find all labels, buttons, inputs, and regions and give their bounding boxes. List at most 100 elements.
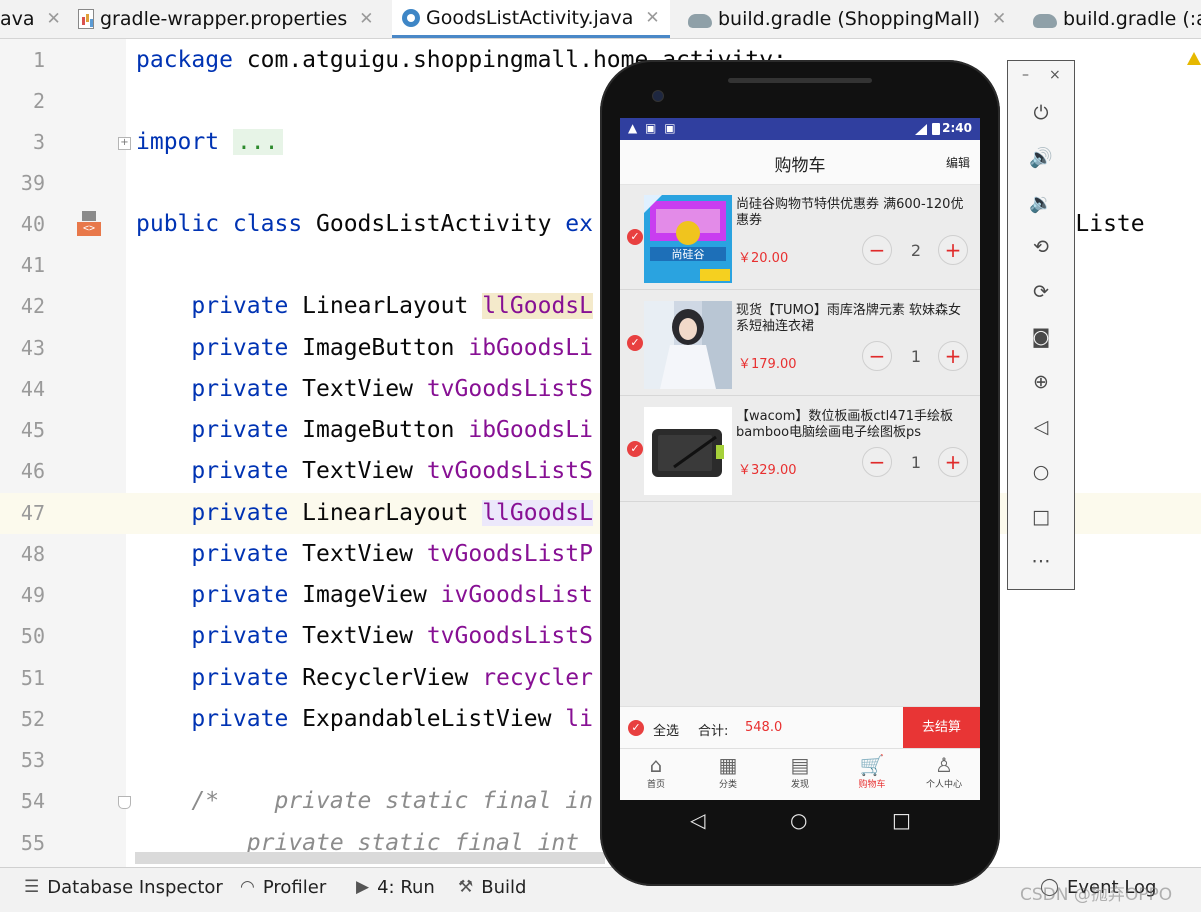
tool-label: Database Inspector [47,876,223,898]
properties-file-icon [78,8,94,29]
edit-button[interactable]: 编辑 [946,154,970,171]
decrease-button[interactable]: − [862,235,892,265]
zoom-icon[interactable]: ⊕ [1008,360,1074,404]
notification-icons: ▲ ▣ ▣ [628,121,678,135]
discover-icon: ▤ [790,753,810,777]
line-number: 39 [20,171,45,195]
close-icon[interactable]: ✕ [992,9,1006,29]
home-icon[interactable]: ○ [1008,450,1074,494]
layout-file-icon[interactable] [82,211,96,221]
cart-item[interactable]: ✓ 【wacom】数位板画板ctl471手绘板bamboo电脑绘画电子绘图板ps… [620,397,980,502]
emulator-control-panel: – × ⏻ 🔊 🔉 ⟲ ⟳ ◙ ⊕ ◁ ○ □ ⋯ [1007,60,1075,590]
tab-build-gradle-app[interactable]: build.gradle (:a [1033,0,1201,37]
overview-icon[interactable]: □ [1008,495,1074,539]
close-icon[interactable]: × [1049,67,1061,83]
line-number: 42 [20,294,45,318]
tool-label: Profiler [262,876,327,898]
user-icon: ♙ [935,753,953,777]
increase-button[interactable]: + [938,447,968,477]
line-number: 53 [20,748,45,772]
fold-expand-icon[interactable]: + [118,137,131,150]
run-button[interactable]: ▶ 4: Run [356,868,435,906]
fold-collapse-icon[interactable] [118,796,131,809]
line-number: 46 [20,459,45,483]
decrease-button[interactable]: − [862,447,892,477]
profiler-button[interactable]: ◠ Profiler [240,868,326,906]
tool-label: Build [481,876,527,898]
volume-down-icon[interactable]: 🔉 [1008,181,1074,225]
quantity-value: 1 [910,347,922,366]
line-number: 52 [20,707,45,731]
database-inspector-button[interactable]: ☰ Database Inspector [24,868,223,906]
back-icon[interactable]: ◁ [690,808,705,832]
line-number: 2 [32,89,45,113]
close-icon[interactable]: ✕ [359,9,373,29]
nav-item-discover[interactable]: ▤ 发现 [764,749,836,800]
related-layout-icon[interactable]: <> [77,222,101,236]
line-number: 54 [20,789,45,813]
item-checkbox[interactable]: ✓ [627,335,643,351]
total-value: 548.0 [745,720,783,735]
overview-icon[interactable]: □ [892,808,911,832]
power-icon[interactable]: ⏻ [1008,91,1074,135]
minimize-icon[interactable]: – [1022,67,1029,83]
rotate-left-icon[interactable]: ⟲ [1008,225,1074,269]
code-text: private RecyclerView recycler [191,665,593,691]
item-checkbox[interactable]: ✓ [627,441,643,457]
nav-item-home[interactable]: ⌂ 首页 [620,749,692,800]
nav-item-user[interactable]: ♙ 个人中心 [908,749,980,800]
check-all-label[interactable]: 全选 [653,720,679,739]
item-price: ￥179.00 [738,357,797,372]
nav-label: 发现 [790,780,809,790]
volume-up-icon[interactable]: 🔊 [1008,136,1074,180]
code-text: private ImageButton ibGoodsLi [191,417,593,443]
tab-label: gradle-wrapper.properties [100,7,348,30]
database-icon: ☰ [24,877,40,897]
tab-java-file[interactable]: ava ✕ [0,0,61,37]
tab-goodslistactivity[interactable]: GoodsListActivity.java ✕ [392,0,670,38]
bottom-navigation: ⌂ 首页 ▦ 分类 ▤ 发现 🛒 购物车 ♙ 个人中心 [620,748,980,800]
checkout-button[interactable]: 去结算 [903,707,980,749]
editor-tab-bar: ava ✕ gradle-wrapper.properties ✕ GoodsL… [0,0,1201,39]
increase-button[interactable]: + [938,235,968,265]
tab-label: ava [0,7,35,30]
code-comment: /* private static final in [136,788,593,814]
nav-item-category[interactable]: ▦ 分类 [692,749,764,800]
tool-label: 4: Run [377,876,435,898]
decrease-button[interactable]: − [862,341,892,371]
device-screen[interactable]: ▲ ▣ ▣ 2:40 购物车 编辑 ✓ 尚硅谷 尚硅谷购物节特供优惠券 满600… [620,118,980,800]
code-text: private TextView tvGoodsListS [191,623,593,649]
close-icon[interactable]: ✕ [645,8,659,28]
item-price: ￥20.00 [738,251,789,266]
tablet-photo [644,407,732,495]
front-camera [652,90,664,102]
code-text: private TextView tvGoodsListP [191,541,593,567]
speaker-grille [728,78,872,83]
close-icon[interactable]: ✕ [47,9,61,29]
cart-item[interactable]: ✓ 现货【TUMO】雨库洛牌元素 软妹森女系短袖连衣裙 ￥179.00 − 1 … [620,291,980,396]
tab-build-gradle-project[interactable]: build.gradle (ShoppingMall) ✕ [688,0,1006,37]
line-number: 49 [20,583,45,607]
line-number: 45 [20,418,45,442]
increase-button[interactable]: + [938,341,968,371]
item-checkbox[interactable]: ✓ [627,229,643,245]
page-title: 购物车 [774,156,826,176]
cart-item[interactable]: ✓ 尚硅谷 尚硅谷购物节特供优惠券 满600-120优惠券 ￥20.00 − 2… [620,185,980,290]
camera-icon[interactable]: ◙ [1008,315,1074,359]
svg-text:尚硅谷: 尚硅谷 [672,247,705,261]
code-text: private LinearLayout llGoodsL [191,293,593,319]
home-icon[interactable]: ○ [790,808,807,832]
line-number: 41 [20,253,45,277]
tab-gradle-wrapper-properties[interactable]: gradle-wrapper.properties ✕ [78,0,374,37]
check-all-checkbox[interactable]: ✓ [628,720,644,736]
horizontal-scrollbar[interactable] [135,852,605,864]
line-number: 3 [32,130,45,154]
nav-item-cart[interactable]: 🛒 购物车 [836,749,908,800]
code-text: private TextView tvGoodsListS [191,458,593,484]
more-icon[interactable]: ⋯ [1008,539,1074,583]
tab-label: build.gradle (ShoppingMall) [718,7,980,30]
system-navigation-bar: ◁ ○ □ [620,800,980,842]
build-button[interactable]: ⚒ Build [458,868,526,906]
back-icon[interactable]: ◁ [1008,405,1074,449]
rotate-right-icon[interactable]: ⟳ [1008,270,1074,314]
